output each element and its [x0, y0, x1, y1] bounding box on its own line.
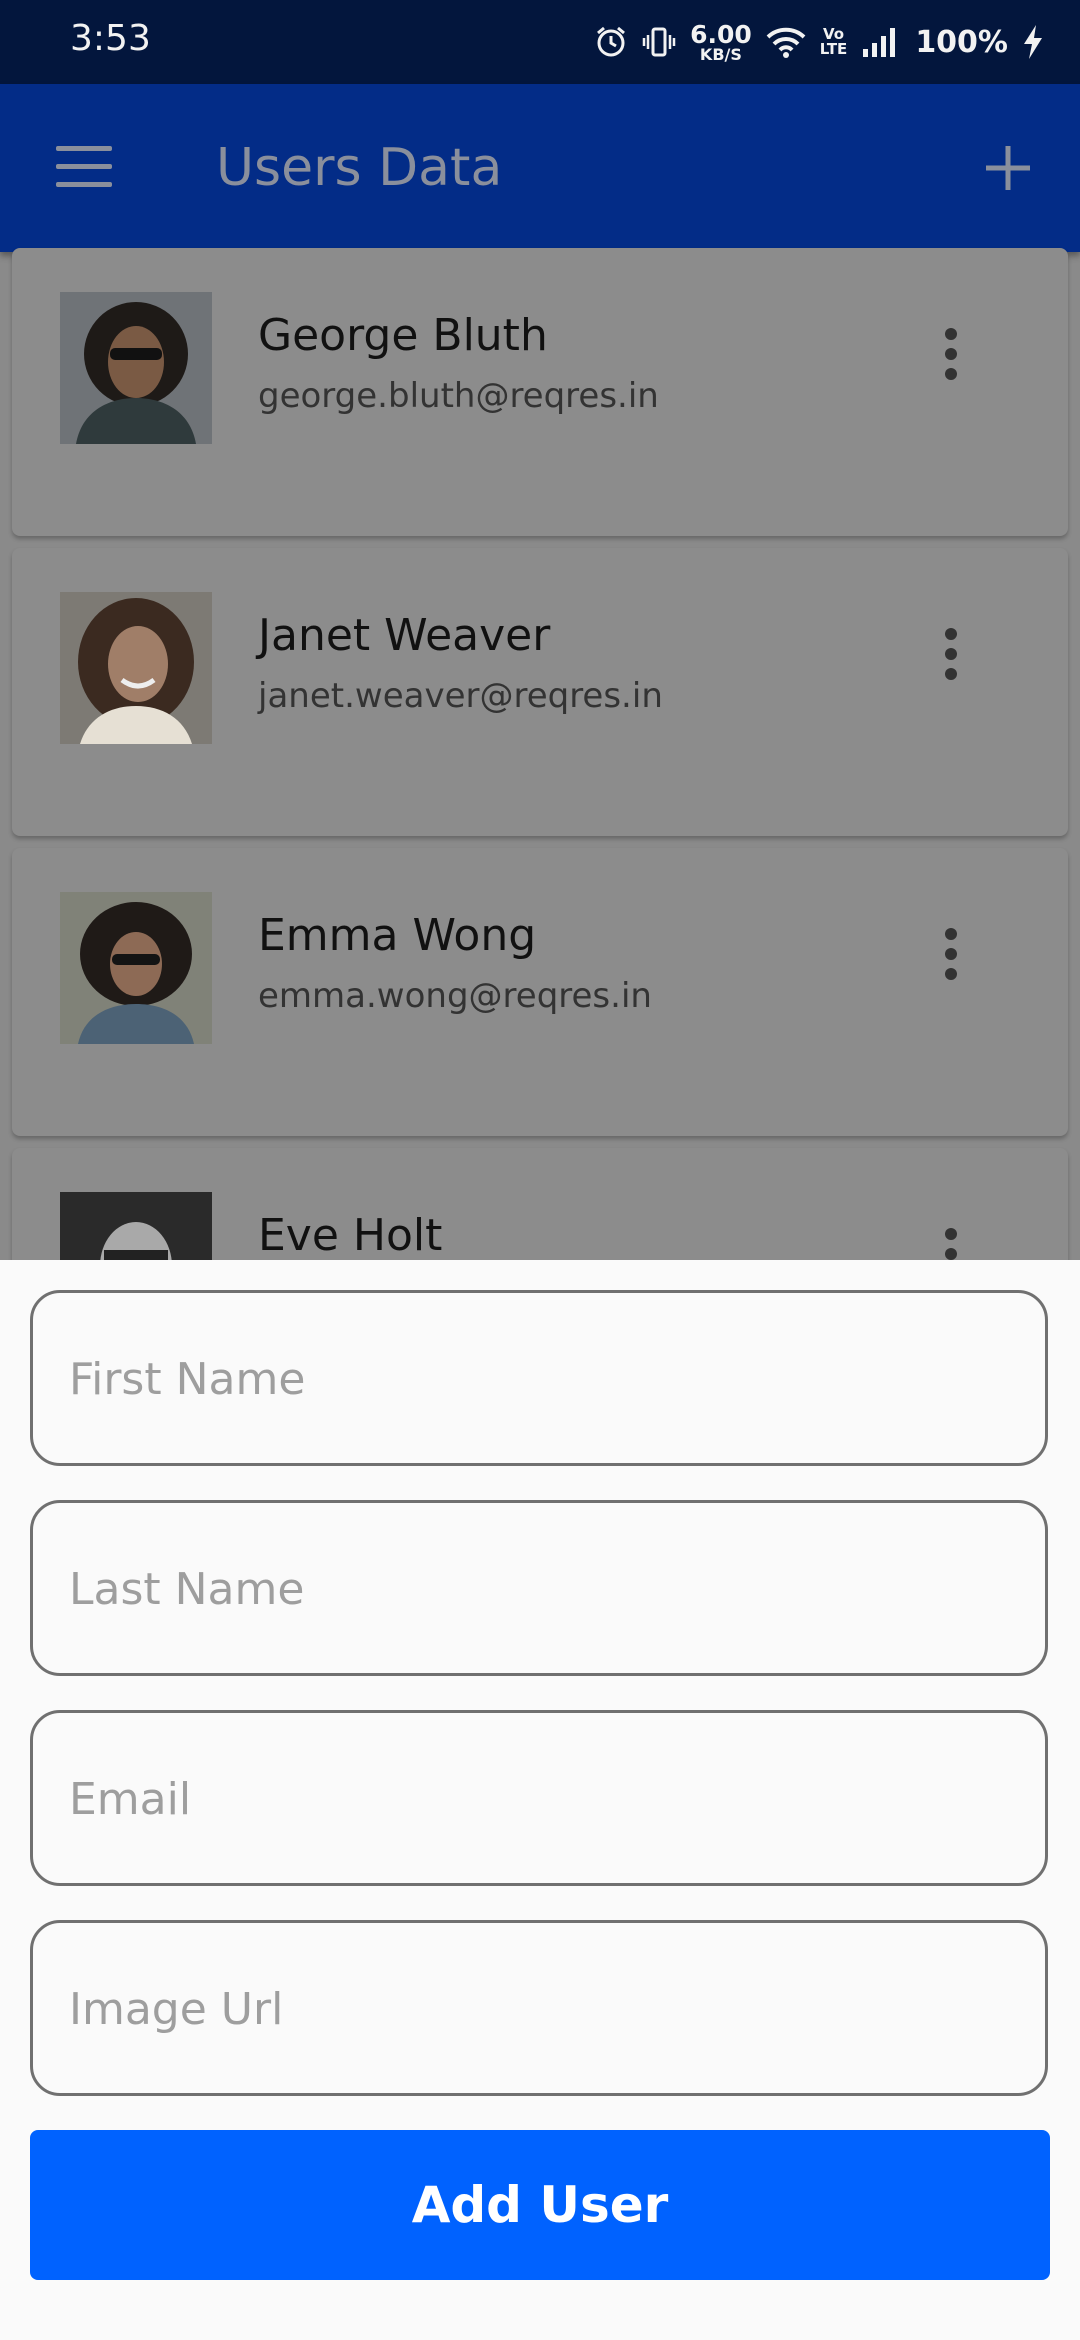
user-name: Janet Weaver	[258, 610, 551, 661]
add-user-sheet: Add User	[0, 1260, 1080, 2340]
user-avatar	[60, 592, 212, 744]
user-card[interactable]: George Bluth george.bluth@reqres.in	[12, 248, 1068, 536]
status-time: 3:53	[70, 18, 151, 59]
volte-indicator: Vo LTE	[820, 27, 848, 57]
alarm-icon	[594, 25, 628, 59]
first-name-input[interactable]	[67, 1293, 1011, 1465]
more-options-icon[interactable]	[944, 328, 958, 388]
user-name: Eve Holt	[258, 1210, 443, 1261]
network-speed-unit: KB/S	[699, 44, 742, 64]
page-title: Users Data	[216, 138, 503, 198]
first-name-field[interactable]	[30, 1290, 1048, 1466]
user-email: george.bluth@reqres.in	[258, 376, 659, 416]
status-bar: 3:53 6.00 KB/S Vo LTE 100%	[0, 0, 1080, 84]
network-speed: 6.00 KB/S	[690, 22, 752, 63]
user-card[interactable]: Janet Weaver janet.weaver@reqres.in	[12, 548, 1068, 836]
plus-icon[interactable]	[984, 144, 1032, 192]
app-bar: Users Data	[0, 84, 1080, 252]
user-avatar	[60, 292, 212, 444]
last-name-input[interactable]	[67, 1503, 1011, 1675]
user-card[interactable]: Emma Wong emma.wong@reqres.in	[12, 848, 1068, 1136]
more-options-icon[interactable]	[944, 628, 958, 688]
user-name: Emma Wong	[258, 910, 537, 961]
email-field[interactable]	[30, 1710, 1048, 1886]
user-avatar	[60, 892, 212, 1044]
add-user-button[interactable]: Add User	[30, 2130, 1050, 2280]
email-input[interactable]	[67, 1713, 1011, 1885]
image-url-input[interactable]	[67, 1923, 1011, 2095]
status-icons: 6.00 KB/S Vo LTE 100%	[594, 14, 1044, 70]
vibrate-icon	[642, 25, 676, 59]
charging-icon	[1022, 24, 1044, 60]
user-name: George Bluth	[258, 310, 548, 361]
hamburger-menu-icon[interactable]	[56, 146, 112, 188]
wifi-icon	[766, 25, 806, 59]
user-email: janet.weaver@reqres.in	[258, 676, 663, 716]
network-speed-value: 6.00	[690, 19, 752, 49]
user-email: emma.wong@reqres.in	[258, 976, 652, 1016]
last-name-field[interactable]	[30, 1500, 1048, 1676]
image-url-field[interactable]	[30, 1920, 1048, 2096]
battery-percent: 100%	[915, 24, 1008, 60]
volte-bottom: LTE	[819, 40, 848, 58]
more-options-icon[interactable]	[944, 928, 958, 988]
signal-icon	[861, 25, 901, 59]
